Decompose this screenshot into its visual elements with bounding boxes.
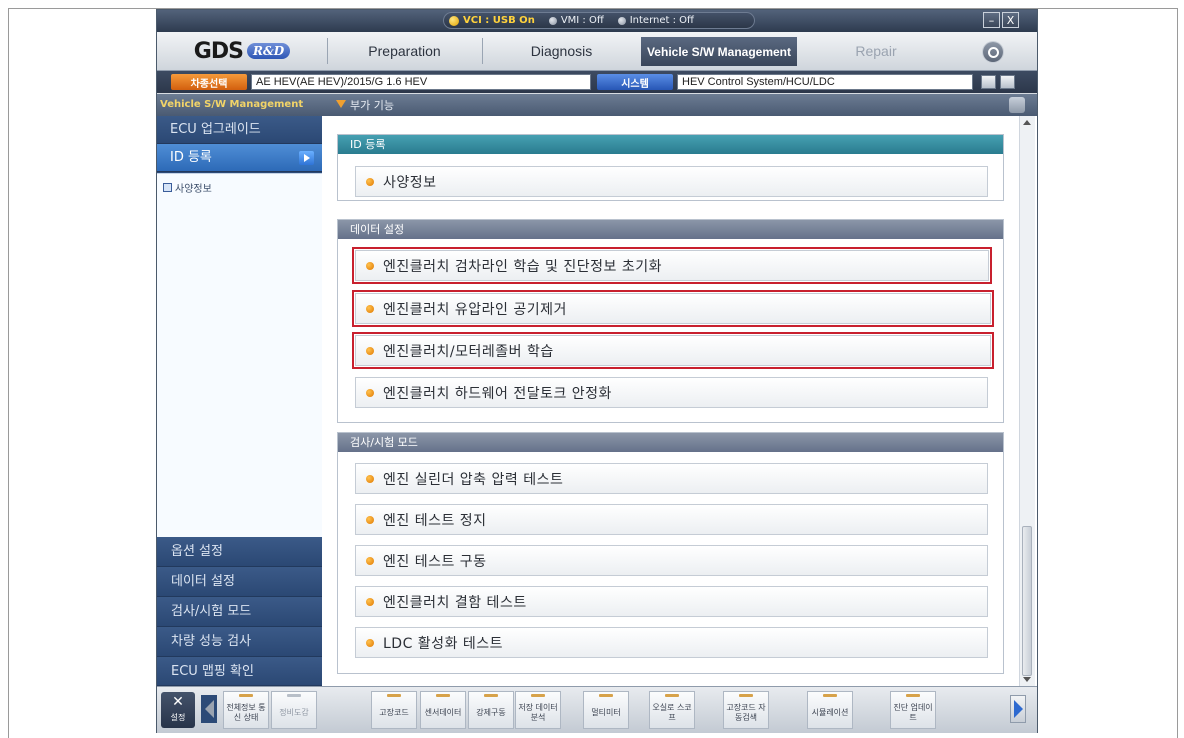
bullet-icon bbox=[366, 474, 374, 483]
bullet-icon bbox=[366, 261, 374, 270]
vehicle-field[interactable]: AE HEV(AE HEV)/2015/G 1.6 HEV bbox=[251, 74, 591, 90]
vehicle-info-bar: 차종선택 AE HEV(AE HEV)/2015/G 1.6 HEV 시스템 H… bbox=[157, 71, 1037, 93]
arrow-right-icon bbox=[299, 151, 314, 165]
internet-status: Internet : Off bbox=[617, 15, 694, 26]
menu-item-engine-test-run[interactable]: 엔진 테스트 구동 bbox=[355, 545, 988, 576]
sidebar-item-test-mode[interactable]: 검사/시험 모드 bbox=[157, 597, 322, 627]
func-stored-data[interactable]: 저장 데이터 분석 bbox=[515, 691, 561, 729]
menu-item-compression-test[interactable]: 엔진 실린더 압축 압력 테스트 bbox=[355, 463, 988, 494]
menu-item-spec-info[interactable]: 사양정보 bbox=[355, 166, 988, 197]
gds-logo-text: GDS bbox=[193, 38, 244, 64]
menu-item-clutch-fault-test[interactable]: 엔진클러치 결함 테스트 bbox=[355, 586, 988, 617]
bullet-icon bbox=[366, 638, 374, 647]
sidebar: Vehicle S/W Management ECU 업그레이드 ID 등록 사… bbox=[157, 94, 322, 686]
main-header: 부가 기능 bbox=[322, 94, 1037, 116]
sidebar-item-data-settings[interactable]: 데이터 설정 bbox=[157, 567, 322, 597]
menu-item-clutch-air-bleeding[interactable]: 엔진클러치 유압라인 공기제거 bbox=[352, 290, 994, 327]
section-title: ID 등록 bbox=[338, 135, 1003, 154]
func-multimeter[interactable]: 멀티미터 bbox=[583, 691, 629, 729]
vmi-indicator-icon bbox=[548, 16, 557, 25]
func-maintenance-guide[interactable]: 정비도감 bbox=[271, 691, 317, 729]
tab-diagnosis[interactable]: Diagnosis bbox=[483, 36, 640, 66]
scroll-thumb[interactable] bbox=[1022, 526, 1032, 676]
bullet-icon bbox=[366, 556, 374, 565]
bullet-icon bbox=[366, 515, 374, 524]
scroll-down-icon[interactable] bbox=[1023, 677, 1031, 682]
toolbar-next-icon[interactable] bbox=[1010, 695, 1026, 723]
func-fault-codes[interactable]: 고장코드 bbox=[371, 691, 417, 729]
vci-status: VCI : USB On bbox=[449, 15, 535, 26]
internet-indicator-icon bbox=[617, 16, 626, 25]
main-panel: 부가 기능 ID 등록 사양정보 데이터 설정 엔진클러치 검차라인 학습 및 … bbox=[322, 94, 1037, 686]
status-bar: VCI : USB On VMI : Off Internet : Off – … bbox=[157, 10, 1037, 32]
gds-window: VCI : USB On VMI : Off Internet : Off – … bbox=[157, 10, 1037, 733]
sidebar-item-vehicle-performance[interactable]: 차량 성능 검사 bbox=[157, 627, 322, 657]
tab-vehicle-sw-management[interactable]: Vehicle S/W Management bbox=[641, 37, 797, 66]
pin-icon bbox=[336, 100, 346, 108]
section-data-settings: 데이터 설정 엔진클러치 검차라인 학습 및 진단정보 초기화 엔진클러치 유압… bbox=[337, 219, 1004, 423]
minimize-button[interactable]: – bbox=[983, 12, 1000, 28]
rd-logo-badge: R&D bbox=[246, 43, 291, 59]
system-select-button[interactable]: 시스템 bbox=[597, 74, 673, 90]
bullet-icon bbox=[366, 346, 374, 355]
bullet-icon bbox=[366, 388, 374, 397]
tree-item-spec-info[interactable]: 사양정보 bbox=[163, 180, 212, 195]
section-test-mode: 검사/시험 모드 엔진 실린더 압축 압력 테스트 엔진 테스트 정지 엔진 테… bbox=[337, 432, 1004, 674]
sidebar-item-ecu-upgrade[interactable]: ECU 업그레이드 bbox=[157, 116, 322, 144]
vertical-scrollbar[interactable] bbox=[1019, 116, 1035, 686]
main-tab-bar: GDS R&D Preparation Diagnosis Vehicle S/… bbox=[157, 32, 1037, 71]
vmi-status: VMI : Off bbox=[548, 15, 604, 26]
sidebar-item-option-settings[interactable]: 옵션 설정 bbox=[157, 537, 322, 567]
tab-repair[interactable]: Repair bbox=[798, 36, 954, 66]
func-oscilloscope[interactable]: 오실로 스코프 bbox=[649, 691, 695, 729]
scroll-up-icon[interactable] bbox=[1023, 120, 1031, 125]
document-icon bbox=[163, 183, 172, 192]
memo-icon[interactable] bbox=[1000, 75, 1015, 89]
sidebar-item-ecu-mapping[interactable]: ECU 맵핑 확인 bbox=[157, 657, 322, 686]
bullet-icon bbox=[366, 597, 374, 606]
vci-indicator-icon bbox=[449, 15, 459, 26]
menu-item-engine-test-stop[interactable]: 엔진 테스트 정지 bbox=[355, 504, 988, 535]
section-id-registration: ID 등록 사양정보 bbox=[337, 134, 1004, 201]
main-title: 부가 기능 bbox=[350, 99, 394, 112]
print-icon[interactable] bbox=[981, 75, 996, 89]
section-title: 검사/시험 모드 bbox=[338, 433, 1003, 452]
section-title: 데이터 설정 bbox=[338, 220, 1003, 239]
menu-item-clutch-line-learning[interactable]: 엔진클러치 검차라인 학습 및 진단정보 초기화 bbox=[352, 247, 992, 284]
sidebar-header: Vehicle S/W Management bbox=[157, 94, 322, 116]
system-field[interactable]: HEV Control System/HCU/LDC bbox=[677, 74, 973, 90]
search-icon[interactable] bbox=[983, 42, 1003, 62]
func-auto-fault-search[interactable]: 고장코드 자동검색 bbox=[723, 691, 769, 729]
close-button[interactable]: X bbox=[1002, 12, 1019, 28]
func-simulation[interactable]: 시뮬레이션 bbox=[807, 691, 853, 729]
tab-preparation[interactable]: Preparation bbox=[327, 36, 482, 66]
func-system-status[interactable]: 전체정보 통신 상태 bbox=[223, 691, 269, 729]
func-update[interactable]: 진단 업데이트 bbox=[890, 691, 936, 729]
settings-button[interactable]: ✕ 설정 bbox=[161, 692, 195, 728]
connection-status: VCI : USB On VMI : Off Internet : Off bbox=[443, 12, 755, 29]
gds-logo: GDS R&D bbox=[157, 32, 327, 70]
menu-item-clutch-resolver-learning[interactable]: 엔진클러치/모터레졸버 학습 bbox=[352, 332, 994, 369]
bullet-icon bbox=[366, 177, 374, 186]
wrench-icon: ✕ bbox=[172, 694, 184, 710]
func-actuation-test[interactable]: 강제구동 bbox=[468, 691, 514, 729]
menu-item-clutch-torque-stabilization[interactable]: 엔진클러치 하드웨어 전달토크 안정화 bbox=[355, 377, 988, 408]
sidebar-item-id-registration[interactable]: ID 등록 bbox=[157, 144, 322, 172]
menu-item-ldc-activation-test[interactable]: LDC 활성화 테스트 bbox=[355, 627, 988, 658]
function-toolbar: ✕ 설정 전체정보 통신 상태 정비도감 고장코드 센서데이터 강제구동 저장 … bbox=[157, 686, 1037, 733]
toolbar-prev-icon[interactable] bbox=[201, 695, 217, 723]
bullet-icon bbox=[366, 304, 374, 313]
func-sensor-data[interactable]: 센서데이터 bbox=[420, 691, 466, 729]
vehicle-select-button[interactable]: 차종선택 bbox=[171, 74, 247, 90]
sidebar-tree: 사양정보 bbox=[157, 173, 322, 538]
print-icon[interactable] bbox=[1009, 97, 1025, 113]
